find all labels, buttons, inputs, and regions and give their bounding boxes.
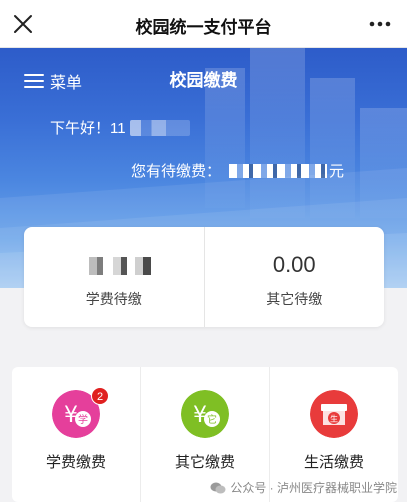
wechat-icon xyxy=(210,482,226,493)
top-bar: 校园统一支付平台 xyxy=(0,0,407,48)
other-pending-label: 其它待缴 xyxy=(266,291,323,307)
pending-unit: 元 xyxy=(329,163,345,180)
more-options-icon[interactable] xyxy=(367,13,393,35)
greeting-text: 下午好！11 xyxy=(50,120,126,137)
other-pending[interactable]: 0.00 其它待缴 xyxy=(203,227,385,327)
other-pending-amount: 0.00 xyxy=(272,252,316,277)
svg-text:它: 它 xyxy=(207,413,217,426)
other-payment-label: 其它缴费 xyxy=(174,454,235,471)
summary-card: 学费待缴 0.00 其它待缴 xyxy=(24,227,384,327)
svg-text:学: 学 xyxy=(78,413,88,426)
watermark-text: 公众号 · 泸州医疗器械职业学院 xyxy=(230,481,397,495)
watermark: 公众号 · 泸州医疗器械职业学院 xyxy=(210,479,397,496)
svg-text:生: 生 xyxy=(330,414,338,424)
living-payment-label: 生活缴费 xyxy=(303,454,364,471)
tuition-pending[interactable]: 学费待缴 xyxy=(24,227,204,327)
pending-amount: 您有待缴费： 元 xyxy=(131,160,344,181)
greeting: 下午好！11 xyxy=(50,117,190,138)
page-title: 校园缴费 xyxy=(169,71,238,90)
redacted-name xyxy=(129,119,190,136)
shop-icon: 生 xyxy=(310,390,358,438)
pending-label: 您有待缴费： xyxy=(131,163,222,180)
redacted-tuition-amount xyxy=(70,257,157,275)
tuition-payment-label: 学费缴费 xyxy=(45,454,106,471)
other-fee-icon: ¥ 它 xyxy=(181,390,229,438)
tuition-pending-label: 学费待缴 xyxy=(85,291,142,307)
app-title: 校园统一支付平台 xyxy=(135,18,272,37)
tuition-payment-button[interactable]: ¥ 学 2 学费缴费 xyxy=(12,367,140,502)
notification-badge: 2 xyxy=(91,387,109,405)
redacted-amount xyxy=(229,163,328,178)
